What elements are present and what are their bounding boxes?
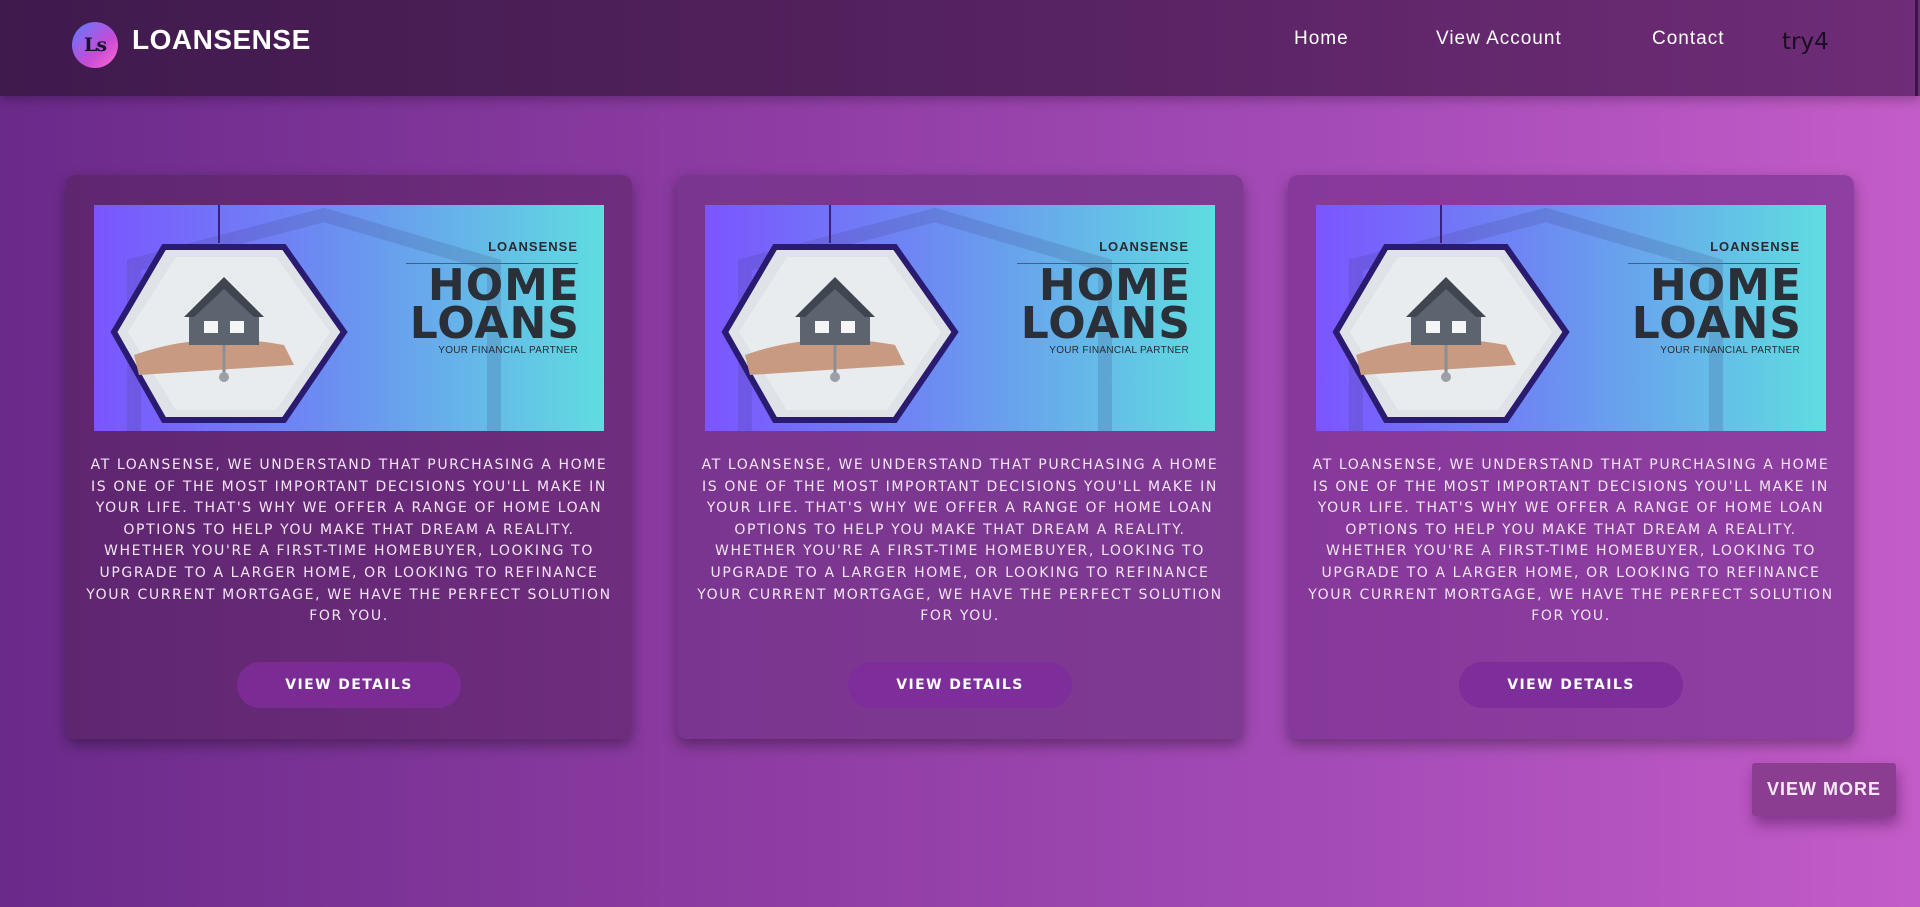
view-more-button[interactable]: VIEW MORE	[1752, 763, 1896, 816]
card-description: AT LOANSENSE, WE UNDERSTAND THAT PURCHAS…	[86, 457, 612, 625]
banner-brand: LOANSENSE	[1099, 239, 1189, 254]
banner-subtitle: YOUR FINANCIAL PARTNER	[438, 345, 578, 356]
username[interactable]: try4	[1782, 29, 1829, 55]
navbar: Ls LOANSENSE Home View Account Contact t…	[0, 0, 1920, 96]
banner-title: HOME LOANS	[409, 260, 580, 349]
view-details-button[interactable]: VIEW DETAILS	[1459, 662, 1683, 708]
home-loans-banner: LOANSENSE HOME LOANS YOUR FINANCIAL PART…	[1316, 205, 1826, 431]
card-description: AT LOANSENSE, WE UNDERSTAND THAT PURCHAS…	[697, 457, 1223, 625]
view-details-button[interactable]: VIEW DETAILS	[237, 662, 461, 708]
loan-card: LOANSENSE HOME LOANS YOUR FINANCIAL PART…	[677, 175, 1243, 739]
banner-brand: LOANSENSE	[488, 239, 578, 254]
home-loans-banner: LOANSENSE HOME LOANS YOUR FINANCIAL PART…	[705, 205, 1215, 431]
card-description: AT LOANSENSE, WE UNDERSTAND THAT PURCHAS…	[1308, 457, 1834, 625]
loan-card: LOANSENSE HOME LOANS YOUR FINANCIAL PART…	[1288, 175, 1854, 739]
nav-contact[interactable]: Contact	[1652, 28, 1724, 50]
view-details-button[interactable]: VIEW DETAILS	[848, 662, 1072, 708]
home-loans-banner: LOANSENSE HOME LOANS YOUR FINANCIAL PART…	[94, 205, 604, 431]
banner-title: HOME LOANS	[1631, 260, 1802, 349]
nav-view-account[interactable]: View Account	[1436, 28, 1562, 50]
banner-title: HOME LOANS	[1020, 260, 1191, 349]
loan-card: LOANSENSE HOME LOANS YOUR FINANCIAL PART…	[66, 175, 632, 739]
brand-name[interactable]: LOANSENSE	[132, 24, 311, 56]
logo-icon[interactable]: Ls	[72, 22, 118, 68]
scrollbar[interactable]	[1915, 0, 1918, 96]
banner-subtitle: YOUR FINANCIAL PARTNER	[1660, 345, 1800, 356]
nav-home[interactable]: Home	[1294, 28, 1349, 50]
banner-brand: LOANSENSE	[1710, 239, 1800, 254]
banner-subtitle: YOUR FINANCIAL PARTNER	[1049, 345, 1189, 356]
